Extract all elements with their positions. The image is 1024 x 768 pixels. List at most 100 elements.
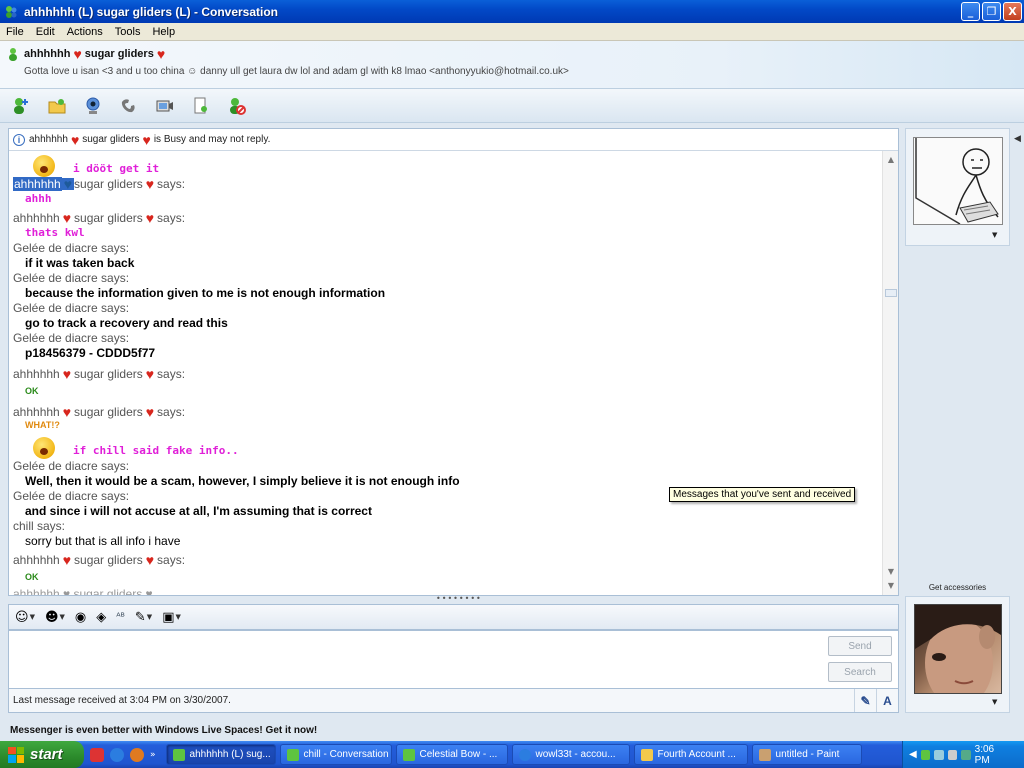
sender-line: ahhhhhh ♥ sugar gliders ♥ says: xyxy=(13,211,881,225)
firefox-icon[interactable] xyxy=(130,747,144,762)
close-button[interactable]: X xyxy=(1003,2,1022,21)
contact-name-part2: sugar gliders xyxy=(84,48,154,60)
search-button[interactable]: Search xyxy=(828,662,892,682)
heart-icon: ♥ xyxy=(142,131,151,148)
menu-edit[interactable]: Edit xyxy=(30,26,61,38)
start-button[interactable]: start xyxy=(0,741,84,768)
message-text: if it was taken back xyxy=(25,256,135,270)
my-display-picture[interactable]: ▼ xyxy=(905,596,1010,713)
taskbar-button-chill[interactable]: chill - Conversation xyxy=(279,744,392,765)
ok-emoticon-icon: OK xyxy=(25,386,39,396)
message-text: go to track a recovery and read this xyxy=(25,316,228,330)
message-input[interactable] xyxy=(9,631,819,688)
invite-contact-icon[interactable] xyxy=(10,95,32,117)
scrollbar-thumb[interactable] xyxy=(885,289,897,297)
resize-grip[interactable]: •••••••• xyxy=(436,595,481,603)
sender-name: sugar gliders xyxy=(74,553,143,567)
sender-line: chill says: xyxy=(13,519,66,533)
send-files-icon[interactable] xyxy=(46,95,68,117)
menu-bar: File Edit Actions Tools Help xyxy=(0,23,1024,41)
chevron-down-icon[interactable]: ▼ xyxy=(992,231,997,239)
heart-icon: ♥ xyxy=(62,210,72,226)
taskbar-button-label: chill - Conversation xyxy=(303,749,389,760)
taskbar-button-celestial[interactable]: Celestial Bow - ... xyxy=(395,744,508,765)
emoticon-picker-icon[interactable]: ☺ ▼ xyxy=(15,610,35,625)
webcam-icon[interactable] xyxy=(82,95,104,117)
my-avatar xyxy=(914,604,1002,707)
last-message-text: Last message received at 3:04 PM on 3/30… xyxy=(13,695,231,706)
menu-help[interactable]: Help xyxy=(146,26,181,38)
title-bar[interactable]: ahhhhhh (L) sugar gliders (L) - Conversa… xyxy=(0,0,1024,23)
vertical-scrollbar[interactable]: ▲ ▼ ▼ xyxy=(882,151,898,595)
message-text: ahhh xyxy=(25,192,52,205)
collapse-panel-icon[interactable]: ◀ xyxy=(1014,134,1021,144)
menu-tools[interactable]: Tools xyxy=(109,26,147,38)
promo-banner[interactable]: Messenger is even better with Windows Li… xyxy=(10,725,317,736)
background-icon[interactable]: ▣ ▼ xyxy=(162,610,181,625)
contact-status-icon xyxy=(9,48,17,61)
taskbar-button-label: ahhhhhh (L) sug... xyxy=(189,749,271,760)
contact-name[interactable]: ahhhhhh ♥ sugar gliders ♥ xyxy=(6,47,168,61)
internet-explorer-icon[interactable] xyxy=(110,747,124,762)
what-emoticon-icon: WHAT!? xyxy=(25,420,60,430)
activities-icon[interactable] xyxy=(190,95,212,117)
taskbar-button-label: wowl33t - accou... xyxy=(535,749,616,760)
sender-line: Gelée de diacre says: xyxy=(13,271,130,285)
heart-icon: ♥ xyxy=(145,404,155,420)
windows-logo-icon xyxy=(8,746,24,763)
taskbar-button-fourth-account[interactable]: Fourth Account ... xyxy=(633,744,748,765)
message-text: if chill said fake info.. xyxy=(73,444,239,457)
font-color-icon[interactable]: ✎ ▼ xyxy=(135,610,152,625)
handwriting-icon[interactable]: ✎ xyxy=(854,689,876,712)
quick-launch-app-icon[interactable] xyxy=(90,747,104,762)
wink-picker-icon[interactable]: ☻ ▼ xyxy=(45,610,65,625)
menu-file[interactable]: File xyxy=(0,26,30,38)
sender-name: sugar gliders xyxy=(74,405,143,419)
tray-expand-icon[interactable]: ◀ xyxy=(909,749,917,760)
list-item: if chill said fake info.. xyxy=(13,433,881,459)
heart-icon: ♥ xyxy=(70,131,80,148)
maximize-button[interactable]: ❐ xyxy=(982,2,1001,21)
messenger-buddy-icon xyxy=(172,748,185,761)
taskbar-button-conversation[interactable]: ahhhhhh (L) sug... xyxy=(165,744,276,765)
sender-name: ahhhhhh xyxy=(13,367,60,381)
menu-actions[interactable]: Actions xyxy=(61,26,109,38)
send-button[interactable]: Send xyxy=(828,636,892,656)
video-icon[interactable] xyxy=(154,95,176,117)
selected-sender-name: ahhhhhh xyxy=(13,177,62,191)
contact-display-picture[interactable]: ▼ xyxy=(905,128,1010,246)
conversation-history[interactable]: i ahhhhhh ♥ sugar gliders ♥ is Busy and … xyxy=(8,128,899,596)
sender-name: ahhhhhh xyxy=(13,211,60,225)
taskbar-button-paint[interactable]: untitled - Paint xyxy=(751,744,862,765)
quick-launch-more-icon[interactable]: » xyxy=(150,750,156,760)
messenger-tray-icon[interactable] xyxy=(920,749,931,760)
text-mode-icon[interactable]: A xyxy=(876,689,898,712)
network-icon[interactable] xyxy=(934,749,944,760)
scroll-down-icon[interactable]: ▼ xyxy=(886,567,896,577)
block-icon[interactable] xyxy=(226,95,248,117)
volume-icon[interactable] xyxy=(947,749,958,760)
taskbar-button-label: Fourth Account ... xyxy=(657,749,736,760)
shocked-emoticon-icon xyxy=(33,437,55,459)
notice-name-part2: sugar gliders xyxy=(82,134,140,145)
conversation-toolbar xyxy=(0,89,1024,123)
nudge-icon[interactable]: ◉ xyxy=(75,610,86,625)
heart-icon: ♥ xyxy=(156,46,166,62)
scroll-up-icon[interactable]: ▲ xyxy=(886,155,896,165)
message-text: p18456379 - CDDD5f77 xyxy=(25,346,156,360)
scroll-end-icon[interactable]: ▼ xyxy=(886,581,896,591)
folder-icon xyxy=(640,748,653,761)
security-icon[interactable] xyxy=(961,749,971,760)
heart-icon: ♥ xyxy=(145,366,155,382)
taskbar-button-wowl33t[interactable]: wowl33t - accou... xyxy=(511,744,630,765)
call-icon[interactable] xyxy=(118,95,140,117)
voice-clip-icon[interactable]: ◈ xyxy=(96,610,106,625)
minimize-button[interactable]: _ xyxy=(961,2,980,21)
sender-line: Gelée de diacre says: xyxy=(13,241,130,255)
message-list: i dööt get it ahhhhhh ♥ sugar gliders ♥ … xyxy=(9,151,881,595)
spellcheck-icon[interactable]: ᴬᴮ xyxy=(116,612,125,623)
internet-explorer-icon xyxy=(518,748,531,761)
get-accessories-link[interactable]: Get accessories xyxy=(905,583,1010,592)
chevron-down-icon[interactable]: ▼ xyxy=(992,698,997,706)
clock[interactable]: 3:06 PM xyxy=(975,744,1010,766)
